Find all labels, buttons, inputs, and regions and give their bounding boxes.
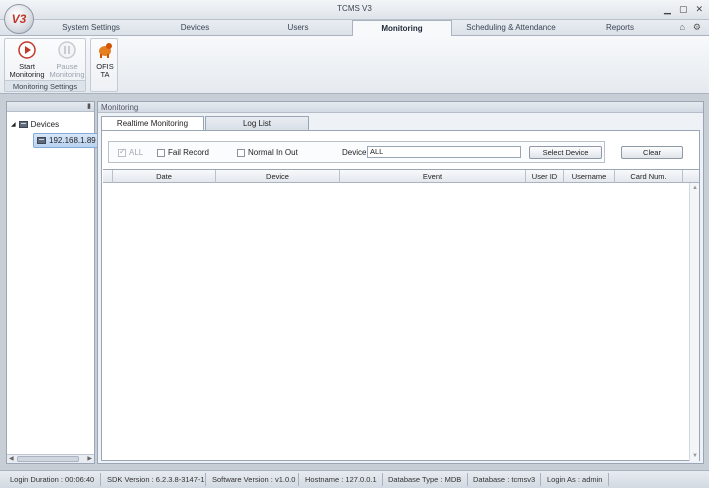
device-icon [37, 137, 46, 144]
scroll-up-icon[interactable]: ▲ [692, 185, 698, 191]
ofis-ta-icon [99, 43, 112, 58]
tab-monitoring[interactable]: Monitoring [352, 20, 452, 37]
status-database: Database : tcmsv3 [473, 475, 536, 484]
ribbon-group-ofis: OFIS TA [90, 38, 118, 92]
tree-node-device[interactable]: 192.168.1.89 [33, 133, 100, 148]
panel-title: Monitoring [98, 102, 703, 113]
scrollbar-thumb[interactable] [17, 456, 79, 462]
status-sdk-version: SDK Version : 6.2.3.8-3147-1 [107, 475, 205, 484]
close-icon[interactable]: ✕ [695, 3, 703, 15]
row-indicator-header [103, 170, 113, 183]
normal-in-out-checkbox[interactable]: Normal In Out [237, 148, 298, 157]
column-header-user-id[interactable]: User ID [526, 170, 564, 183]
scroll-down-icon[interactable]: ▼ [692, 453, 698, 459]
window-controls: ▁ ▢ ✕ [664, 3, 703, 15]
table-header: Date Device Event User ID Username Card … [103, 170, 699, 183]
tab-reports[interactable]: Reports [570, 20, 670, 36]
maximize-icon[interactable]: ▢ [679, 3, 688, 15]
pause-icon [58, 41, 76, 59]
device-input[interactable]: ALL [367, 146, 521, 158]
window-title: TCMS V3 [337, 4, 372, 13]
ribbon-group-monitoring-settings: Start Monitoring Pause Monitoring Monito… [4, 38, 86, 92]
column-header-username[interactable]: Username [564, 170, 615, 183]
horizontal-scrollbar[interactable]: ◀ ▶ [7, 454, 94, 463]
status-hostname: Hostname : 127.0.0.1 [305, 475, 377, 484]
column-header-event[interactable]: Event [340, 170, 526, 183]
scroll-right-icon[interactable]: ▶ [87, 455, 92, 462]
pause-monitoring-button[interactable]: Pause Monitoring [47, 41, 87, 79]
fail-record-checkbox[interactable]: Fail Record [157, 148, 209, 157]
start-monitoring-button[interactable]: Start Monitoring [7, 41, 47, 79]
app-menu-button[interactable]: V3 [4, 4, 34, 34]
events-table: Date Device Event User ID Username Card … [103, 169, 699, 461]
filter-group: ALL Fail Record Normal In Out Device ALL… [108, 141, 605, 163]
status-software-version: Software Version : v1.0.0 [212, 475, 296, 484]
ofis-ta-button[interactable]: OFIS TA [85, 41, 125, 79]
column-header-device[interactable]: Device [216, 170, 340, 183]
tab-log-list[interactable]: Log List [205, 116, 309, 130]
tab-devices[interactable]: Devices [144, 20, 246, 36]
clear-button[interactable]: Clear [621, 146, 683, 159]
title-bar: TCMS V3 ▁ ▢ ✕ [0, 0, 709, 20]
tab-system-settings[interactable]: System Settings [38, 20, 144, 36]
devices-icon [18, 121, 28, 128]
scroll-left-icon[interactable]: ◀ [9, 455, 14, 462]
tab-users[interactable]: Users [246, 20, 350, 36]
status-login-duration: Login Duration : 00:06:40 [10, 475, 95, 484]
tree-label: Devices [30, 120, 60, 129]
status-database-type: Database Type : MDB [388, 475, 462, 484]
minimize-icon[interactable]: ▁ [664, 3, 671, 15]
ribbon-group-label: Monitoring Settings [5, 80, 85, 91]
status-login-as: Login As : admin [547, 475, 603, 484]
device-label: Device [342, 148, 367, 157]
column-header-date[interactable]: Date [113, 170, 216, 183]
tab-scheduling-attendance[interactable]: Scheduling & Attendance [452, 20, 570, 36]
tree-label: 192.168.1.89 [49, 136, 96, 145]
ribbon-panel: Start Monitoring Pause Monitoring Monito… [0, 36, 709, 94]
ribbon-tabs: System Settings Devices Users Monitoring… [0, 20, 709, 37]
select-device-button[interactable]: Select Device [529, 146, 602, 159]
all-checkbox[interactable]: ALL [118, 147, 143, 157]
panel-header: ▮ [7, 102, 94, 112]
settings-icon[interactable]: ⚙ [693, 22, 701, 33]
tree-node-devices[interactable]: ◢ Devices [11, 120, 59, 129]
realtime-monitoring-content: ALL Fail Record Normal In Out Device ALL… [101, 130, 700, 461]
status-bar: Login Duration : 00:06:40 SDK Version : … [0, 470, 709, 488]
column-header-card-num[interactable]: Card Num. [615, 170, 683, 183]
pin-icon[interactable]: ▮ [87, 102, 91, 110]
monitoring-panel: Monitoring Realtime Monitoring Log List … [97, 101, 704, 464]
help-icon[interactable]: ⌂ [679, 22, 684, 33]
collapse-icon[interactable]: ◢ [11, 121, 16, 128]
app-logo: V3 [11, 12, 27, 26]
device-tree-panel: ▮ ◢ Devices 192.168.1.89 ◀ ▶ [6, 101, 100, 464]
tab-realtime-monitoring[interactable]: Realtime Monitoring [101, 116, 204, 131]
play-icon [18, 41, 36, 59]
vertical-scrollbar[interactable]: ▲ ▼ [689, 183, 699, 461]
